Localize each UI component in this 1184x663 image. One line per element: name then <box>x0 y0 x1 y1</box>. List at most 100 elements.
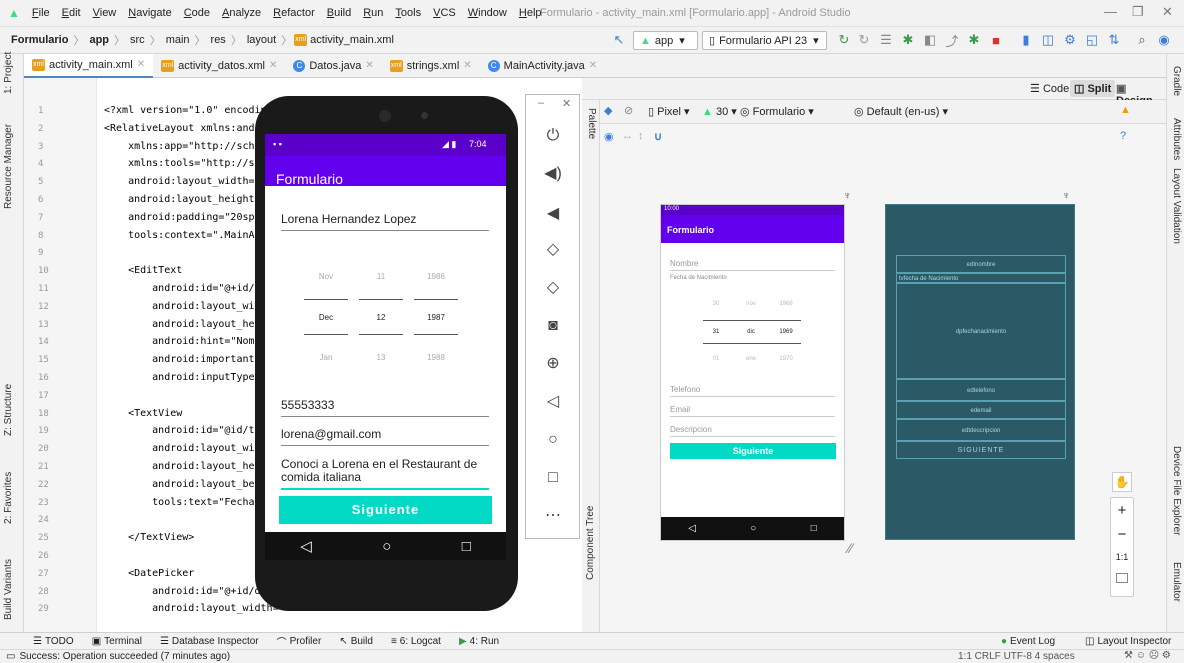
menu-edit[interactable]: Edit <box>56 7 87 19</box>
zoom-in-button[interactable]: + <box>1111 502 1133 519</box>
search-icon[interactable]: ⌕ <box>1133 31 1151 49</box>
picker-month[interactable]: Dec <box>306 313 346 322</box>
breadcrumb-file[interactable]: activity_main.xml <box>307 34 397 46</box>
tab-activity-datos[interactable]: xml activity_datos.xml ✕ <box>153 54 285 78</box>
tab-main-activity[interactable]: C MainActivity.java ✕ <box>480 54 606 78</box>
picker-next-year[interactable]: 1988 <box>416 353 456 362</box>
tool-terminal[interactable]: ▣ Terminal <box>83 636 151 647</box>
tool-event-log[interactable]: ● Event Log <box>992 636 1064 647</box>
code-line[interactable]: android:layout_width= <box>104 301 278 312</box>
pan-icon[interactable]: ↔ <box>622 130 633 142</box>
breadcrumb-res[interactable]: res <box>208 34 229 46</box>
preview-edtdescripcion[interactable]: Descripcion <box>670 425 835 437</box>
run-config-select[interactable]: ▲ app ▾ <box>633 31 698 50</box>
locale-select[interactable]: ◎ Default (en-us) ▾ <box>854 105 948 118</box>
avd-manager-icon[interactable]: ▮ <box>1017 31 1035 49</box>
blueprint-edtnombre[interactable]: edtnombre <box>896 255 1066 273</box>
tool-layout-validation[interactable]: Layout Validation <box>1171 168 1182 244</box>
device-select[interactable]: ▯ Formulario API 23 ▾ <box>702 31 827 50</box>
power-icon[interactable]: ⏻ <box>542 125 564 147</box>
picker-year[interactable]: 1987 <box>416 313 456 322</box>
siguiente-button[interactable]: Siguiente <box>279 496 492 524</box>
blueprint-edemail[interactable]: edemail <box>896 401 1066 419</box>
code-line[interactable]: android:padding="20sp" <box>104 212 260 223</box>
account-icon[interactable]: ◉ <box>1155 31 1173 49</box>
tool-attributes[interactable]: Attributes <box>1171 118 1182 160</box>
camera-icon[interactable]: ◙ <box>542 315 564 337</box>
code-line[interactable]: android:layout_height <box>104 461 278 472</box>
zoom-out-button[interactable]: − <box>1111 526 1133 543</box>
split-mode-button[interactable]: ◫ Split <box>1070 80 1116 97</box>
picker-prev-day[interactable]: 11 <box>361 272 401 281</box>
code-line[interactable]: tools:text="Fecha de <box>104 497 272 508</box>
preview-edemail[interactable]: Email <box>670 405 835 417</box>
code-line[interactable]: android:inputType="te <box>104 372 278 383</box>
sync-icon[interactable]: ✱ <box>965 31 983 49</box>
zoom-actual-size-button[interactable]: 1:1 <box>1111 552 1133 562</box>
view-options-icon[interactable]: ◉ <box>604 130 614 143</box>
sdk-manager-icon[interactable]: ◫ <box>1039 31 1057 49</box>
tool-logcat[interactable]: ≡ 6: Logcat <box>382 636 450 647</box>
code-line[interactable]: <DatePicker <box>104 568 194 579</box>
menu-window[interactable]: Window <box>462 7 513 19</box>
picker-day[interactable]: 12 <box>361 313 401 322</box>
email-input[interactable]: lorena@gmail.com <box>281 427 489 446</box>
breadcrumb-layout[interactable]: layout <box>244 34 279 46</box>
tab-datos-java[interactable]: C Datos.java ✕ <box>285 54 381 78</box>
menu-navigate[interactable]: Navigate <box>122 7 177 19</box>
menu-run[interactable]: Run <box>357 7 389 19</box>
picker-prev-year[interactable]: 1986 <box>416 272 456 281</box>
tool-build[interactable]: ↖ Build <box>330 636 382 647</box>
code-line[interactable]: <TextView <box>104 408 182 419</box>
close-window-icon[interactable]: ✕ <box>1162 4 1173 20</box>
menu-build[interactable]: Build <box>321 7 357 19</box>
code-line[interactable]: android:hint="Nombre" <box>104 336 278 347</box>
code-line[interactable]: android:layout_width= <box>104 443 278 454</box>
zoom-fit-icon[interactable] <box>1116 573 1128 583</box>
home-button-icon[interactable]: ○ <box>382 538 391 555</box>
code-line[interactable]: <EditText <box>104 265 182 276</box>
tool-favorites[interactable]: 2: Favorites <box>3 472 14 524</box>
debug-icon[interactable]: ✱ <box>899 31 917 49</box>
tool-run[interactable]: ▶ 4: Run <box>450 636 508 647</box>
back-button-icon[interactable]: ◁ <box>300 537 312 555</box>
blueprint-edtelefono[interactable]: edtelefono <box>896 379 1066 401</box>
layers-icon[interactable]: ◆ <box>604 104 612 117</box>
layout-inspector-icon[interactable]: ◱ <box>1083 31 1101 49</box>
code-line[interactable]: </TextView> <box>104 532 194 543</box>
zoom-icon[interactable]: ⊕ <box>542 353 564 375</box>
tool-palette[interactable]: Palette <box>586 108 597 139</box>
close-tab-icon[interactable]: ✕ <box>137 59 145 70</box>
menu-refactor[interactable]: Refactor <box>267 7 321 19</box>
pin-icon[interactable]: ♆ <box>843 190 851 202</box>
code-line[interactable]: android:layout_height <box>104 319 278 330</box>
code-line[interactable]: android:layout_width="mat <box>104 176 279 187</box>
more-icon[interactable]: ⋯ <box>542 505 564 527</box>
apply-code-changes-icon[interactable]: ↻ <box>855 31 873 49</box>
magnet-icon[interactable]: ∪ <box>654 130 662 143</box>
theme-select[interactable]: ◎ Formulario ▾ <box>740 105 814 118</box>
preview-tvfecha[interactable]: Fecha de Nacimiento <box>670 275 727 281</box>
breadcrumb-app[interactable]: app <box>86 34 112 46</box>
help-icon[interactable]: ? <box>1120 130 1126 142</box>
status-icons[interactable]: ⚒ ☺ ☹ ⚙ <box>1124 650 1171 661</box>
profile-icon[interactable]: ◧ <box>921 31 939 49</box>
recents-button-icon[interactable]: □ <box>462 538 471 555</box>
close-tab-icon[interactable]: ✕ <box>269 60 277 71</box>
vertical-icon[interactable]: ↕ <box>638 130 644 142</box>
minimize-icon[interactable]: — <box>1104 4 1117 19</box>
coverage-icon[interactable]: ☰ <box>877 31 895 49</box>
volume-down-icon[interactable]: ◀ <box>542 203 564 225</box>
rotate-right-icon[interactable]: ◇ <box>542 277 564 299</box>
picker-next-month[interactable]: Jan <box>306 353 346 362</box>
status-right[interactable]: 1:1 CRLF UTF-8 4 spaces <box>958 651 1075 662</box>
code-line[interactable]: android:id="@+id/edtn <box>104 283 278 294</box>
breadcrumb-main[interactable]: main <box>163 34 193 46</box>
code-line[interactable]: tools:context=".MainActiv <box>104 230 279 241</box>
tool-structure[interactable]: Z: Structure <box>3 384 14 436</box>
blueprint-siguiente[interactable]: SIGUIENTE <box>896 441 1066 459</box>
tool-todo[interactable]: ☰ TODO <box>24 636 83 647</box>
tool-emulator[interactable]: Emulator <box>1171 562 1182 602</box>
pan-hand-icon[interactable]: ✋ <box>1112 472 1132 492</box>
apply-changes-icon[interactable]: ↻ <box>835 31 853 49</box>
